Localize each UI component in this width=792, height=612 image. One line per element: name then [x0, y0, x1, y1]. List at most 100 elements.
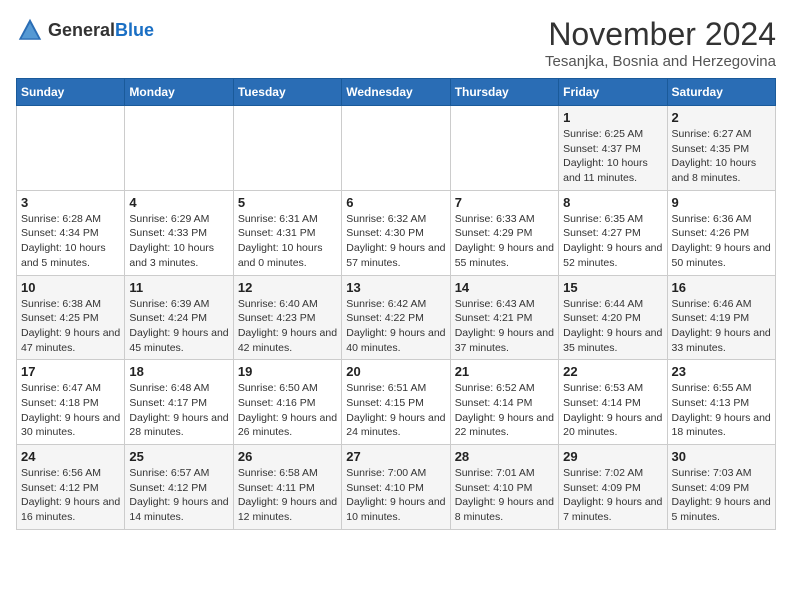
- day-number: 27: [346, 449, 445, 464]
- day-info: Sunrise: 6:55 AMSunset: 4:13 PMDaylight:…: [672, 381, 771, 440]
- week-row-1: 1Sunrise: 6:25 AMSunset: 4:37 PMDaylight…: [17, 106, 776, 191]
- day-info: Sunrise: 6:36 AMSunset: 4:26 PMDaylight:…: [672, 212, 771, 271]
- header-day-monday: Monday: [125, 79, 233, 106]
- day-number: 13: [346, 280, 445, 295]
- day-number: 7: [455, 195, 554, 210]
- day-info: Sunrise: 6:53 AMSunset: 4:14 PMDaylight:…: [563, 381, 662, 440]
- day-number: 11: [129, 280, 228, 295]
- day-info: Sunrise: 7:00 AMSunset: 4:10 PMDaylight:…: [346, 466, 445, 525]
- day-info: Sunrise: 6:28 AMSunset: 4:34 PMDaylight:…: [21, 212, 120, 271]
- calendar-cell: [342, 106, 450, 191]
- calendar-cell: 3Sunrise: 6:28 AMSunset: 4:34 PMDaylight…: [17, 190, 125, 275]
- calendar-cell: 22 Sunrise: 6:53 AMSunset: 4:14 PMDayligh…: [559, 360, 667, 445]
- day-info: Sunrise: 6:48 AMSunset: 4:17 PMDaylight:…: [129, 381, 228, 440]
- day-info: Sunrise: 6:38 AMSunset: 4:25 PMDaylight:…: [21, 297, 120, 356]
- calendar-cell: 16 Sunrise: 6:46 AMSunset: 4:19 PMDayligh…: [667, 275, 775, 360]
- page-subtitle: Tesanjka, Bosnia and Herzegovina: [545, 53, 776, 70]
- calendar-cell: [17, 106, 125, 191]
- day-number: 19: [238, 364, 337, 379]
- calendar-cell: 15Sunrise: 6:44 AMSunset: 4:20 PMDayligh…: [559, 275, 667, 360]
- calendar-cell: 25Sunrise: 6:57 AMSunset: 4:12 PMDayligh…: [125, 445, 233, 530]
- day-number: 12: [238, 280, 337, 295]
- calendar-cell: 4 Sunrise: 6:29 AMSunset: 4:33 PMDaylight…: [125, 190, 233, 275]
- day-info: Sunrise: 6:25 AMSunset: 4:37 PMDaylight:…: [563, 127, 662, 186]
- calendar-cell: 13 Sunrise: 6:42 AMSunset: 4:22 PMDayligh…: [342, 275, 450, 360]
- calendar-cell: 23 Sunrise: 6:55 AMSunset: 4:13 PMDayligh…: [667, 360, 775, 445]
- calendar-cell: 2Sunrise: 6:27 AMSunset: 4:35 PMDaylight…: [667, 106, 775, 191]
- day-info: Sunrise: 7:01 AMSunset: 4:10 PMDaylight:…: [455, 466, 554, 525]
- day-number: 10: [21, 280, 120, 295]
- calendar-cell: 1Sunrise: 6:25 AMSunset: 4:37 PMDaylight…: [559, 106, 667, 191]
- header-row: SundayMondayTuesdayWednesdayThursdayFrid…: [17, 79, 776, 106]
- calendar-cell: 30Sunrise: 7:03 AMSunset: 4:09 PMDayligh…: [667, 445, 775, 530]
- day-number: 8: [563, 195, 662, 210]
- day-number: 28: [455, 449, 554, 464]
- calendar-cell: 8 Sunrise: 6:35 AMSunset: 4:27 PMDaylight…: [559, 190, 667, 275]
- calendar-cell: 11 Sunrise: 6:39 AMSunset: 4:24 PMDayligh…: [125, 275, 233, 360]
- calendar-header: SundayMondayTuesdayWednesdayThursdayFrid…: [17, 79, 776, 106]
- header-day-tuesday: Tuesday: [233, 79, 341, 106]
- header: GeneralBlue November 2024 Tesanjka, Bosn…: [16, 16, 776, 70]
- title-area: November 2024 Tesanjka, Bosnia and Herze…: [545, 16, 776, 70]
- logo-blue: Blue: [115, 20, 154, 40]
- logo-general: General: [48, 20, 115, 40]
- day-number: 16: [672, 280, 771, 295]
- calendar-cell: [125, 106, 233, 191]
- week-row-4: 17Sunrise: 6:47 AMSunset: 4:18 PMDayligh…: [17, 360, 776, 445]
- logo: GeneralBlue: [16, 16, 154, 44]
- calendar-cell: 21Sunrise: 6:52 AMSunset: 4:14 PMDayligh…: [450, 360, 558, 445]
- calendar-body: 1Sunrise: 6:25 AMSunset: 4:37 PMDaylight…: [17, 106, 776, 530]
- day-info: Sunrise: 6:43 AMSunset: 4:21 PMDaylight:…: [455, 297, 554, 356]
- day-info: Sunrise: 7:02 AMSunset: 4:09 PMDaylight:…: [563, 466, 662, 525]
- day-info: Sunrise: 6:57 AMSunset: 4:12 PMDaylight:…: [129, 466, 228, 525]
- day-number: 22: [563, 364, 662, 379]
- header-day-wednesday: Wednesday: [342, 79, 450, 106]
- calendar-cell: 6Sunrise: 6:32 AMSunset: 4:30 PMDaylight…: [342, 190, 450, 275]
- calendar-cell: 24 Sunrise: 6:56 AMSunset: 4:12 PMDayligh…: [17, 445, 125, 530]
- calendar-cell: 12 Sunrise: 6:40 AMSunset: 4:23 PMDayligh…: [233, 275, 341, 360]
- day-number: 20: [346, 364, 445, 379]
- day-info: Sunrise: 6:42 AMSunset: 4:22 PMDaylight:…: [346, 297, 445, 356]
- header-day-friday: Friday: [559, 79, 667, 106]
- day-info: Sunrise: 6:32 AMSunset: 4:30 PMDaylight:…: [346, 212, 445, 271]
- day-info: Sunrise: 6:46 AMSunset: 4:19 PMDaylight:…: [672, 297, 771, 356]
- week-row-3: 10 Sunrise: 6:38 AMSunset: 4:25 PMDayligh…: [17, 275, 776, 360]
- day-number: 23: [672, 364, 771, 379]
- calendar-cell: 26 Sunrise: 6:58 AMSunset: 4:11 PMDayligh…: [233, 445, 341, 530]
- day-info: Sunrise: 6:39 AMSunset: 4:24 PMDaylight:…: [129, 297, 228, 356]
- calendar-cell: 18Sunrise: 6:48 AMSunset: 4:17 PMDayligh…: [125, 360, 233, 445]
- day-info: Sunrise: 6:58 AMSunset: 4:11 PMDaylight:…: [238, 466, 337, 525]
- calendar-table: SundayMondayTuesdayWednesdayThursdayFrid…: [16, 78, 776, 530]
- calendar-cell: 19Sunrise: 6:50 AMSunset: 4:16 PMDayligh…: [233, 360, 341, 445]
- day-number: 24: [21, 449, 120, 464]
- day-number: 29: [563, 449, 662, 464]
- day-number: 5: [238, 195, 337, 210]
- calendar-cell: 29 Sunrise: 7:02 AMSunset: 4:09 PMDayligh…: [559, 445, 667, 530]
- day-info: Sunrise: 6:31 AMSunset: 4:31 PMDaylight:…: [238, 212, 337, 271]
- calendar-cell: 5 Sunrise: 6:31 AMSunset: 4:31 PMDaylight…: [233, 190, 341, 275]
- calendar-cell: 9 Sunrise: 6:36 AMSunset: 4:26 PMDaylight…: [667, 190, 775, 275]
- day-number: 9: [672, 195, 771, 210]
- day-number: 4: [129, 195, 228, 210]
- day-number: 26: [238, 449, 337, 464]
- day-number: 21: [455, 364, 554, 379]
- header-day-sunday: Sunday: [17, 79, 125, 106]
- day-info: Sunrise: 7:03 AMSunset: 4:09 PMDaylight:…: [672, 466, 771, 525]
- day-info: Sunrise: 6:40 AMSunset: 4:23 PMDaylight:…: [238, 297, 337, 356]
- day-info: Sunrise: 6:29 AMSunset: 4:33 PMDaylight:…: [129, 212, 228, 271]
- day-info: Sunrise: 6:47 AMSunset: 4:18 PMDaylight:…: [21, 381, 120, 440]
- logo-icon: [16, 16, 44, 44]
- day-number: 15: [563, 280, 662, 295]
- day-info: Sunrise: 6:27 AMSunset: 4:35 PMDaylight:…: [672, 127, 771, 186]
- calendar-cell: [233, 106, 341, 191]
- day-info: Sunrise: 6:56 AMSunset: 4:12 PMDaylight:…: [21, 466, 120, 525]
- calendar-cell: 7 Sunrise: 6:33 AMSunset: 4:29 PMDaylight…: [450, 190, 558, 275]
- day-info: Sunrise: 6:51 AMSunset: 4:15 PMDaylight:…: [346, 381, 445, 440]
- calendar-cell: 14Sunrise: 6:43 AMSunset: 4:21 PMDayligh…: [450, 275, 558, 360]
- calendar-cell: 27 Sunrise: 7:00 AMSunset: 4:10 PMDayligh…: [342, 445, 450, 530]
- week-row-2: 3Sunrise: 6:28 AMSunset: 4:34 PMDaylight…: [17, 190, 776, 275]
- day-info: Sunrise: 6:35 AMSunset: 4:27 PMDaylight:…: [563, 212, 662, 271]
- day-info: Sunrise: 6:33 AMSunset: 4:29 PMDaylight:…: [455, 212, 554, 271]
- week-row-5: 24 Sunrise: 6:56 AMSunset: 4:12 PMDayligh…: [17, 445, 776, 530]
- calendar-cell: 17Sunrise: 6:47 AMSunset: 4:18 PMDayligh…: [17, 360, 125, 445]
